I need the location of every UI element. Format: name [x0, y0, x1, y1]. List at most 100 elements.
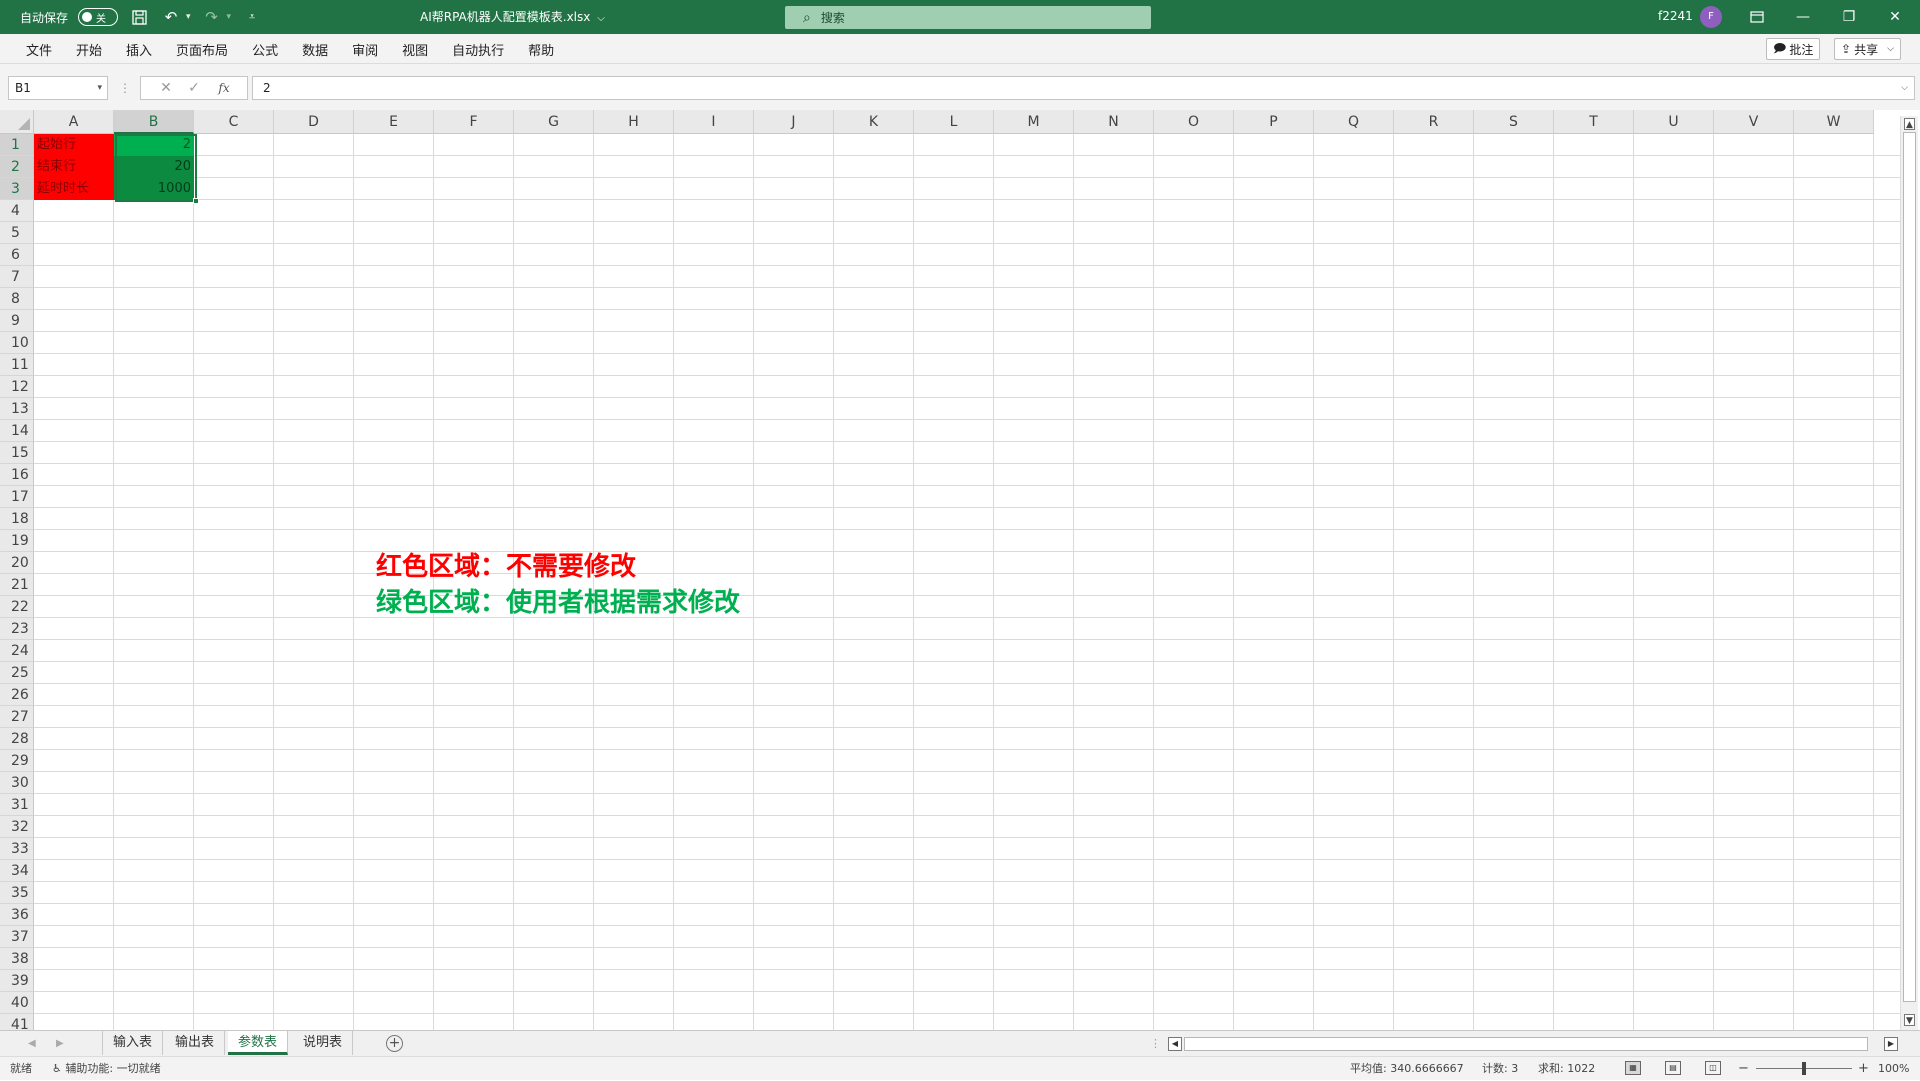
menu-file[interactable]: 文件 — [14, 40, 64, 59]
sheet-tab-params[interactable]: 参数表 — [228, 1031, 289, 1055]
row-header-21[interactable]: 21 — [0, 574, 34, 596]
insert-function-icon[interactable]: fx — [211, 76, 237, 100]
page-break-view-icon[interactable]: ◫ — [1705, 1061, 1721, 1075]
column-header-j[interactable]: J — [754, 110, 834, 134]
redo-icon[interactable]: ↷ — [201, 6, 223, 28]
row-header-10[interactable]: 10 — [0, 332, 34, 354]
column-header-a[interactable]: A — [34, 110, 114, 134]
horizontal-scroll-thumb[interactable] — [1184, 1037, 1868, 1051]
cell-b3[interactable]: 1000 — [114, 178, 194, 200]
zoom-level[interactable]: 100% — [1878, 1057, 1909, 1081]
column-header-d[interactable]: D — [274, 110, 354, 134]
column-header-o[interactable]: O — [1154, 110, 1234, 134]
cell-a3[interactable]: 延时时长 — [34, 178, 114, 200]
row-header-20[interactable]: 20 — [0, 552, 34, 574]
column-header-q[interactable]: Q — [1314, 110, 1394, 134]
row-header-8[interactable]: 8 — [0, 288, 34, 310]
enter-icon[interactable]: ✓ — [181, 76, 207, 100]
menu-home[interactable]: 开始 — [64, 40, 114, 59]
column-header-r[interactable]: R — [1394, 110, 1474, 134]
row-header-28[interactable]: 28 — [0, 728, 34, 750]
row-header-27[interactable]: 27 — [0, 706, 34, 728]
row-header-17[interactable]: 17 — [0, 486, 34, 508]
row-header-40[interactable]: 40 — [0, 992, 34, 1014]
vertical-scroll-thumb[interactable] — [1903, 132, 1916, 1002]
select-all-button[interactable] — [0, 110, 34, 134]
next-sheet-icon[interactable]: ▶ — [56, 1031, 64, 1057]
row-header-22[interactable]: 22 — [0, 596, 34, 618]
row-header-15[interactable]: 15 — [0, 442, 34, 464]
user-name[interactable]: f2241 — [1658, 0, 1693, 34]
column-header-n[interactable]: N — [1074, 110, 1154, 134]
close-icon[interactable]: ✕ — [1872, 0, 1918, 34]
row-header-26[interactable]: 26 — [0, 684, 34, 706]
scroll-right-icon[interactable]: ▶ — [1884, 1037, 1898, 1051]
row-header-23[interactable]: 23 — [0, 618, 34, 640]
column-header-b[interactable]: B — [114, 110, 194, 134]
row-header-4[interactable]: 4 — [0, 200, 34, 222]
row-header-11[interactable]: 11 — [0, 354, 34, 376]
row-header-2[interactable]: 2 — [0, 156, 34, 178]
row-header-12[interactable]: 12 — [0, 376, 34, 398]
row-header-33[interactable]: 33 — [0, 838, 34, 860]
row-header-37[interactable]: 37 — [0, 926, 34, 948]
menu-help[interactable]: 帮助 — [516, 40, 566, 59]
row-header-5[interactable]: 5 — [0, 222, 34, 244]
share-button[interactable]: ⇪ 共享 ⌵ — [1834, 38, 1901, 60]
column-header-h[interactable]: H — [594, 110, 674, 134]
row-header-38[interactable]: 38 — [0, 948, 34, 970]
scroll-down-icon[interactable]: ▼ — [1904, 1014, 1915, 1026]
scroll-up-icon[interactable]: ▲ — [1904, 118, 1915, 130]
column-header-e[interactable]: E — [354, 110, 434, 134]
ribbon-display-icon[interactable] — [1734, 0, 1780, 34]
menu-review[interactable]: 审阅 — [340, 40, 390, 59]
column-header-l[interactable]: L — [914, 110, 994, 134]
row-header-14[interactable]: 14 — [0, 420, 34, 442]
customize-icon[interactable]: ⩡ — [241, 6, 263, 28]
column-header-p[interactable]: P — [1234, 110, 1314, 134]
minimize-icon[interactable]: — — [1780, 0, 1826, 34]
column-header-g[interactable]: G — [514, 110, 594, 134]
undo-icon[interactable]: ↶ — [160, 6, 182, 28]
chevron-down-icon[interactable]: ▾ — [97, 77, 102, 99]
row-header-13[interactable]: 13 — [0, 398, 34, 420]
undo-dropdown-icon[interactable]: ▾ — [186, 12, 191, 22]
formula-bar-grip-icon[interactable]: ⋮ — [119, 76, 131, 100]
menu-automate[interactable]: 自动执行 — [440, 40, 516, 59]
row-header-9[interactable]: 9 — [0, 310, 34, 332]
row-header-24[interactable]: 24 — [0, 640, 34, 662]
column-header-v[interactable]: V — [1714, 110, 1794, 134]
row-header-1[interactable]: 1 — [0, 134, 34, 156]
tab-split-grip-icon[interactable]: ⋮ — [1150, 1031, 1161, 1057]
row-header-19[interactable]: 19 — [0, 530, 34, 552]
column-header-m[interactable]: M — [994, 110, 1074, 134]
row-header-29[interactable]: 29 — [0, 750, 34, 772]
cell-b2[interactable]: 20 — [114, 156, 194, 178]
row-header-34[interactable]: 34 — [0, 860, 34, 882]
search-box[interactable]: ⌕ 搜索 — [785, 6, 1151, 29]
menu-insert[interactable]: 插入 — [114, 40, 164, 59]
prev-sheet-icon[interactable]: ◀ — [28, 1031, 36, 1057]
restore-icon[interactable]: ❐ — [1826, 0, 1872, 34]
column-header-s[interactable]: S — [1474, 110, 1554, 134]
row-header-18[interactable]: 18 — [0, 508, 34, 530]
add-sheet-icon[interactable]: + — [386, 1035, 403, 1052]
column-header-c[interactable]: C — [194, 110, 274, 134]
menu-data[interactable]: 数据 — [290, 40, 340, 59]
row-header-36[interactable]: 36 — [0, 904, 34, 926]
horizontal-scrollbar[interactable]: ◀ ▶ — [1168, 1035, 1902, 1053]
column-header-u[interactable]: U — [1634, 110, 1714, 134]
row-header-31[interactable]: 31 — [0, 794, 34, 816]
column-header-k[interactable]: K — [834, 110, 914, 134]
row-header-6[interactable]: 6 — [0, 244, 34, 266]
document-title[interactable]: AI帮RPA机器人配置模板表.xlsx ⌵ — [420, 0, 605, 34]
cell-area[interactable]: 起始行 结束行 延时时长 2 20 1000 红色区域：不需要修改 绿色区域：使… — [34, 134, 1900, 1030]
row-header-30[interactable]: 30 — [0, 772, 34, 794]
menu-formulas[interactable]: 公式 — [240, 40, 290, 59]
column-header-t[interactable]: T — [1554, 110, 1634, 134]
vertical-scrollbar[interactable]: ▲ ▼ — [1900, 116, 1918, 1030]
cell-b1[interactable]: 2 — [114, 134, 194, 156]
row-header-7[interactable]: 7 — [0, 266, 34, 288]
status-sum[interactable]: 求和: 1022 — [1538, 1057, 1595, 1081]
row-header-25[interactable]: 25 — [0, 662, 34, 684]
